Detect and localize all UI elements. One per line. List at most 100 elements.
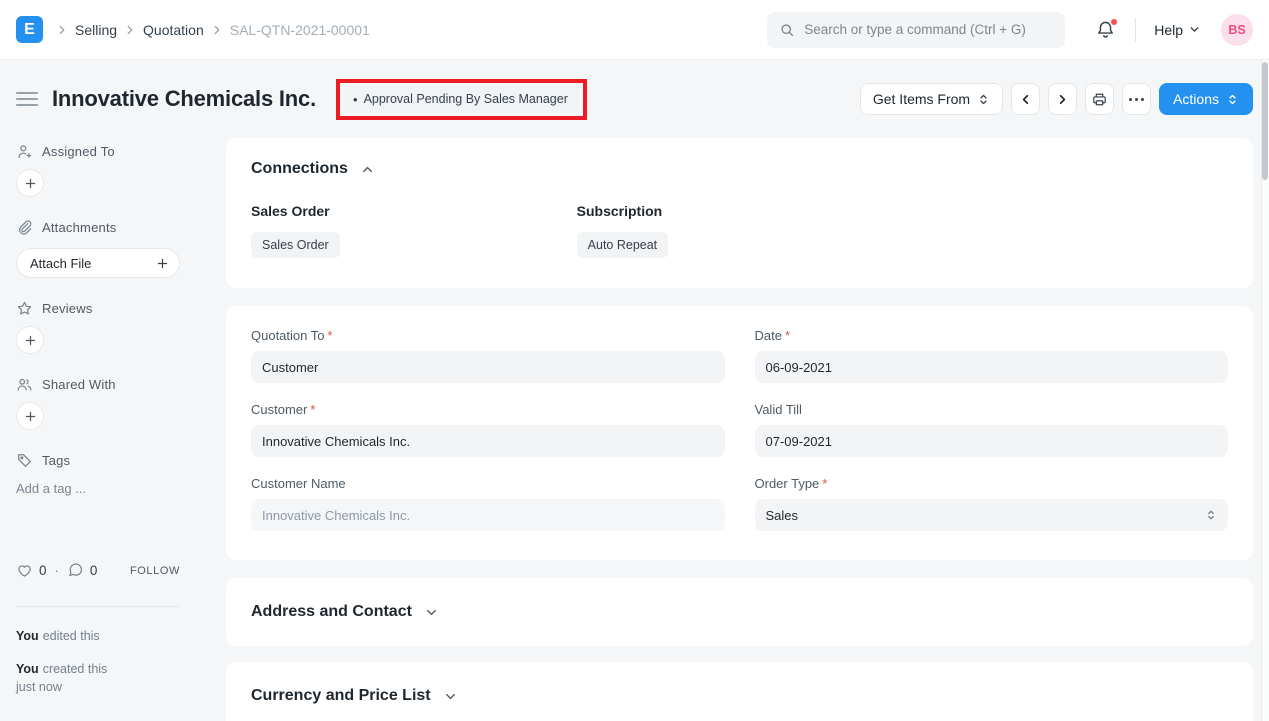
search-icon	[779, 22, 795, 38]
shared-with-label: Shared With	[42, 377, 116, 392]
select-chevrons-icon	[977, 93, 990, 106]
currency-price-list-card: Currency and Price List	[226, 662, 1253, 721]
get-items-from-button[interactable]: Get Items From	[860, 83, 1003, 115]
app-logo[interactable]: E	[16, 16, 43, 43]
connections-section-toggle[interactable]: Connections	[251, 160, 1228, 178]
printer-icon	[1091, 91, 1108, 108]
quotation-page: E Selling Quotation SAL-QTN-2021-00001	[0, 0, 1269, 721]
actions-button[interactable]: Actions	[1159, 83, 1253, 115]
search-input[interactable]	[804, 22, 1053, 37]
comment-icon[interactable]	[67, 562, 84, 579]
chevron-right-icon	[210, 23, 224, 37]
follow-button[interactable]: FOLLOW	[130, 565, 180, 577]
activity-actor: You	[16, 629, 39, 643]
divider	[16, 606, 180, 607]
chevron-down-icon	[1188, 23, 1201, 36]
help-menu[interactable]: Help	[1154, 22, 1201, 38]
breadcrumb-quotation[interactable]: Quotation	[143, 22, 204, 38]
like-heart-icon[interactable]	[16, 562, 33, 579]
activity-time: just now	[16, 678, 180, 696]
quotation-to-input[interactable]: Customer	[251, 351, 725, 383]
breadcrumb-selling[interactable]: Selling	[75, 22, 117, 38]
chevron-left-icon	[1018, 92, 1033, 107]
connections-group-sales-order: Sales Order Sales Order	[251, 203, 577, 266]
auto-repeat-link[interactable]: Auto Repeat	[577, 232, 669, 258]
activity-action: created this	[43, 662, 108, 676]
reviews-label: Reviews	[42, 301, 93, 316]
next-document-button[interactable]	[1048, 83, 1077, 115]
activity-action: edited this	[43, 629, 100, 643]
header-actions: Get Items From Actions	[860, 83, 1253, 115]
add-tag-input[interactable]: Add a tag ...	[16, 481, 180, 496]
navbar: E Selling Quotation SAL-QTN-2021-00001	[0, 0, 1269, 60]
notifications-bell-icon[interactable]	[1095, 19, 1117, 41]
sales-order-link[interactable]: Sales Order	[251, 232, 340, 258]
currency-price-list-section-toggle[interactable]: Currency and Price List	[251, 687, 458, 705]
assigned-to-label: Assigned To	[42, 144, 115, 159]
scrollbar-track[interactable]	[1261, 60, 1269, 721]
shared-with-section: Shared With	[16, 376, 180, 430]
breadcrumb: Selling Quotation SAL-QTN-2021-00001	[51, 22, 372, 38]
assign-user-icon	[16, 143, 33, 160]
ellipsis-icon	[1129, 98, 1144, 101]
reviews-header: Reviews	[16, 300, 180, 317]
status-badge: • Approval Pending By Sales Manager	[343, 86, 580, 113]
actions-label: Actions	[1173, 91, 1219, 107]
chevron-down-icon	[424, 605, 439, 620]
address-contact-section-toggle[interactable]: Address and Contact	[251, 603, 439, 621]
chevron-right-icon	[55, 23, 69, 37]
tags-label: Tags	[42, 453, 70, 468]
connections-grid: Sales Order Sales Order Subscription Aut…	[251, 203, 1228, 266]
scrollbar-thumb[interactable]	[1262, 62, 1268, 180]
tags-section: Tags Add a tag ...	[16, 452, 180, 496]
activity-entry: You created this just now	[16, 660, 180, 696]
required-marker: *	[822, 476, 827, 491]
social-row: 0 · 0 FOLLOW	[16, 562, 180, 579]
field-customer: Customer* Innovative Chemicals Inc.	[251, 402, 725, 457]
previous-document-button[interactable]	[1011, 83, 1040, 115]
form-body: Connections Sales Order Sales Order Subs…	[226, 138, 1253, 721]
field-valid-till: Valid Till 07-09-2021	[755, 402, 1229, 457]
add-assignment-button[interactable]	[16, 169, 44, 197]
get-items-from-label: Get Items From	[873, 91, 970, 107]
plus-icon	[24, 177, 37, 190]
connections-group-heading: Sales Order	[251, 203, 577, 219]
select-chevrons-icon	[1205, 509, 1217, 521]
activity-actor: You	[16, 662, 39, 676]
comments-count: 0	[90, 563, 98, 578]
divider	[1135, 18, 1136, 42]
field-label: Order Type*	[755, 476, 1229, 491]
paperclip-icon	[16, 219, 33, 236]
required-marker: *	[785, 328, 790, 343]
activity-entry: You edited this	[16, 627, 180, 645]
tags-header: Tags	[16, 452, 180, 469]
order-type-select[interactable]: Sales	[755, 499, 1229, 531]
chevron-right-icon	[1055, 92, 1070, 107]
page-header: Innovative Chemicals Inc. • Approval Pen…	[0, 60, 1269, 138]
menu-ellipsis-button[interactable]	[1122, 83, 1151, 115]
order-type-value: Sales	[766, 508, 799, 523]
assigned-to-header: Assigned To	[16, 143, 180, 160]
connections-card: Connections Sales Order Sales Order Subs…	[226, 138, 1253, 288]
add-review-button[interactable]	[16, 326, 44, 354]
customer-input[interactable]: Innovative Chemicals Inc.	[251, 425, 725, 457]
chevron-down-icon	[443, 689, 458, 704]
address-contact-card: Address and Contact	[226, 578, 1253, 646]
user-avatar[interactable]: BS	[1221, 14, 1253, 46]
select-chevrons-icon	[1226, 93, 1239, 106]
attachments-section: Attachments Attach File	[16, 219, 180, 278]
global-search[interactable]	[767, 12, 1065, 48]
users-icon	[16, 376, 33, 393]
star-icon	[16, 300, 33, 317]
annotation-highlight-box: • Approval Pending By Sales Manager	[336, 79, 587, 120]
navbar-right: Help BS	[1095, 14, 1253, 46]
sidebar-toggle-icon[interactable]	[16, 92, 38, 106]
date-input[interactable]: 06-09-2021	[755, 351, 1229, 383]
status-indicator-dot: •	[353, 92, 358, 107]
attach-file-button[interactable]: Attach File	[16, 248, 180, 278]
chevron-right-icon	[123, 23, 137, 37]
add-share-button[interactable]	[16, 402, 44, 430]
print-button[interactable]	[1085, 83, 1114, 115]
plus-icon	[156, 257, 169, 270]
valid-till-input[interactable]: 07-09-2021	[755, 425, 1229, 457]
